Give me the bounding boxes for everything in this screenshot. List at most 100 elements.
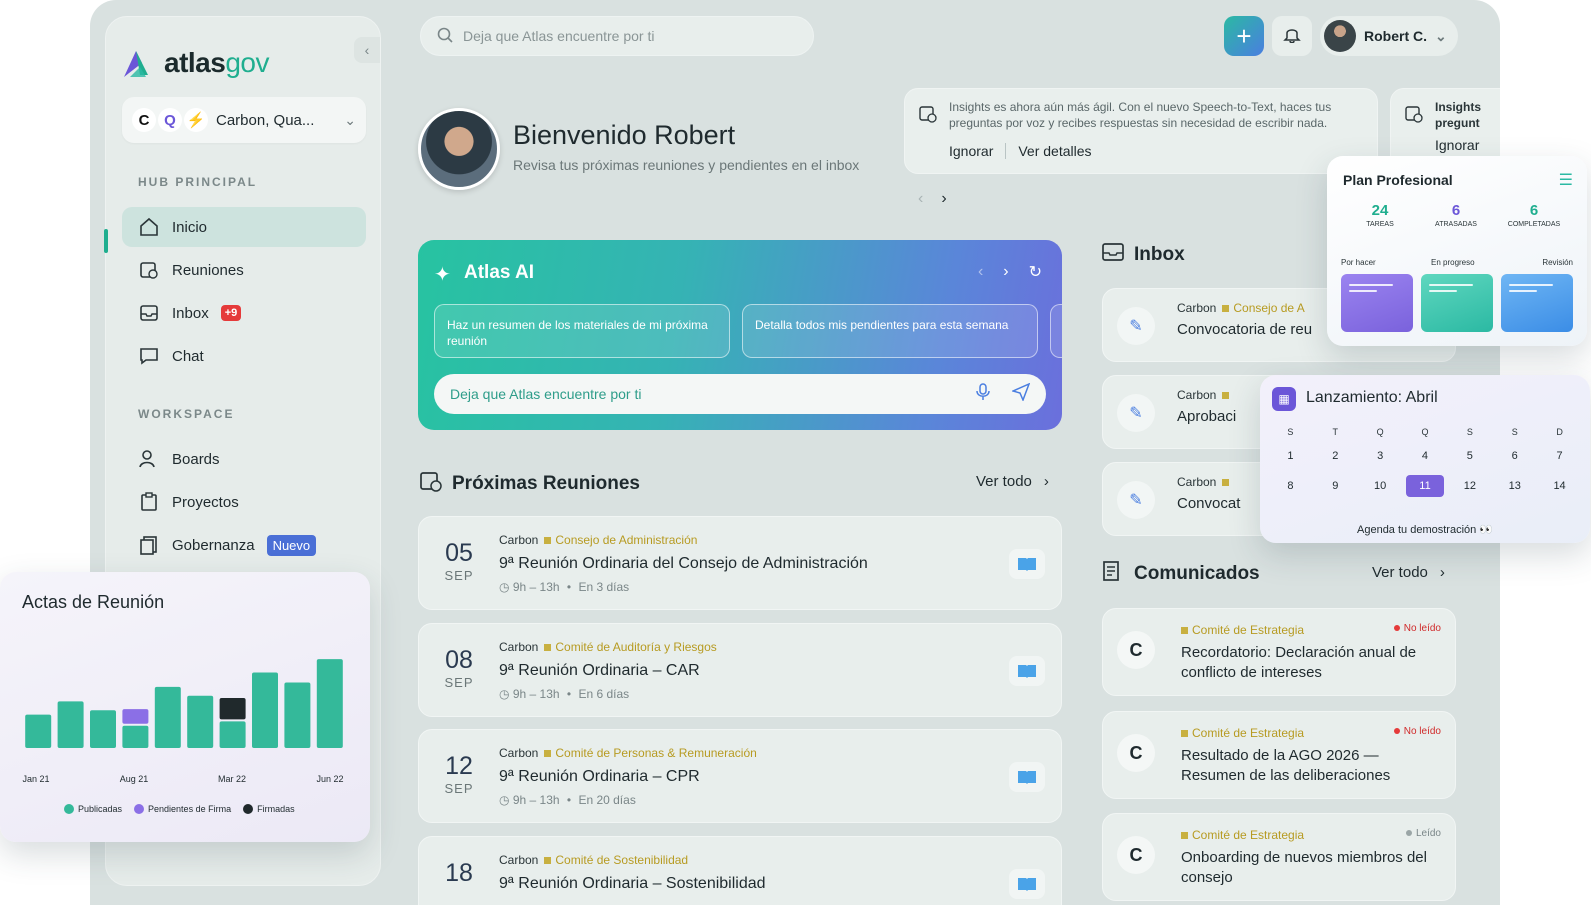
category-label: Consejo de Administración (544, 533, 697, 547)
meeting-card[interactable]: 05 SEP Carbon Consejo de Administración 9ª… (418, 516, 1062, 610)
calendar-day[interactable]: 6 (1492, 445, 1537, 467)
bar-publicadas (284, 682, 311, 748)
atlas-logo-icon (122, 47, 158, 79)
new-badge: Nuevo (266, 534, 317, 556)
sidebar-item-inicio[interactable]: Inicio (122, 207, 366, 247)
stat-label: COMPLETADAS (1507, 221, 1561, 228)
see-all-label: Ver todo (976, 473, 1032, 490)
sidebar-item-proyectos[interactable]: Proyectos (122, 482, 366, 522)
meeting-date: 05 SEP (433, 539, 485, 583)
ignore-button[interactable]: Ignorar (1435, 137, 1479, 153)
calendar-day[interactable]: 14 (1537, 475, 1582, 497)
ai-prompt-input[interactable]: Deja que Atlas encuentre por ti (434, 374, 1046, 414)
comunicado-item[interactable]: C Comité de Estrategia No leído Resultad… (1102, 711, 1456, 799)
send-icon[interactable] (1010, 382, 1031, 406)
calendar-day[interactable]: 1 (1268, 445, 1313, 467)
chevron-left-icon[interactable]: ‹ (918, 190, 923, 208)
meeting-card[interactable]: 08 SEP Carbon Comité de Auditoría y Riesgo… (418, 623, 1062, 717)
bar-publicadas (316, 659, 343, 748)
legend-item: Firmadas (243, 804, 295, 814)
bar-publicadas (219, 721, 246, 748)
chevron-right-icon[interactable]: › (941, 190, 946, 208)
sidebar-item-chat[interactable]: Chat (122, 336, 366, 376)
calendar-day[interactable]: 2 (1313, 445, 1358, 467)
calendar-day[interactable]: 4 (1403, 445, 1448, 467)
pencil-icon: ✎ (1117, 307, 1155, 345)
welcome-subtitle: Revisa tus próximas reuniones y pendient… (513, 157, 860, 173)
inbox-item-title: Aprobaci (1177, 408, 1237, 425)
meeting-when: En 20 días (578, 793, 636, 807)
meetings-see-all-link[interactable]: Ver todo › (976, 473, 1049, 490)
ai-suggestion-chip[interactable]: Haz un resumen de los materiales de mi p… (434, 304, 730, 358)
book-icon[interactable] (1009, 762, 1045, 792)
calendar-day[interactable]: 11 (1405, 475, 1445, 497)
comunicados-see-all-link[interactable]: Ver todo › (1372, 564, 1445, 581)
collapse-sidebar-button[interactable]: ‹ (354, 37, 380, 63)
card-line (1349, 284, 1393, 286)
calendar-day[interactable]: 5 (1447, 445, 1492, 467)
plan-title: Plan Profesional (1343, 172, 1453, 188)
insight-text: pregunt (1435, 116, 1480, 130)
sidebar-item-label: Inicio (172, 218, 208, 236)
sidebar-item-inbox[interactable]: Inbox +9 (122, 293, 366, 333)
menu-icon[interactable]: ☰ (1559, 170, 1573, 190)
calendar-day[interactable]: 8 (1268, 475, 1313, 497)
status-label: No leído (1403, 623, 1441, 634)
ai-suggestion-chip[interactable]: Detalla todos mis pendientes para esta s… (742, 304, 1038, 358)
comunicado-item[interactable]: C Comité de Estrategia Leído Onboarding … (1102, 813, 1456, 901)
kanban-card[interactable] (1501, 274, 1573, 332)
details-button[interactable]: Ver detalles (1018, 143, 1091, 159)
status-badge: No leído (1393, 726, 1441, 737)
user-menu-button[interactable]: Robert C. ⌄ (1320, 16, 1458, 56)
comunicado-title: Recordatorio: Declaración anual de confl… (1181, 644, 1417, 681)
carbon-logo-icon: C (1117, 631, 1155, 669)
sidebar-item-boards[interactable]: Boards (122, 439, 366, 479)
calendar-day[interactable]: 10 (1358, 475, 1403, 497)
legend-swatch (243, 804, 254, 814)
book-icon[interactable] (1009, 549, 1045, 579)
calendar-day[interactable]: 3 (1358, 445, 1403, 467)
meeting-card[interactable]: 18 Carbon Comité de Sostenibilidad 9ª Reu… (418, 836, 1062, 905)
search-input[interactable]: Deja que Atlas encuentre por ti (420, 16, 814, 56)
column-label: Por hacer (1341, 258, 1376, 267)
kanban-card[interactable] (1421, 274, 1493, 332)
meeting-when: En 6 días (578, 687, 630, 701)
meeting-date: 08 SEP (433, 646, 485, 690)
atlasgov-logo[interactable]: atlasgov (122, 47, 269, 79)
sidebar-item-gobernanza[interactable]: Gobernanza Nuevo (122, 525, 366, 565)
bar-publicadas (122, 725, 149, 748)
meeting-month: SEP (444, 568, 474, 583)
meeting-org: Carbon Comité de Sostenibilidad (499, 853, 688, 867)
demo-cta[interactable]: Agenda tu demostración 👀 (1260, 523, 1590, 536)
plus-icon: + (1236, 20, 1252, 51)
notifications-button[interactable] (1272, 16, 1312, 56)
add-button[interactable]: + (1224, 16, 1264, 56)
sidebar-item-reuniones[interactable]: Reuniones (122, 250, 366, 290)
org-switcher[interactable]: C Q ⚡ Carbon, Qua... ⌄ (122, 97, 366, 143)
microphone-icon[interactable] (976, 382, 990, 406)
inbox-item-title: Convocat (1177, 495, 1241, 512)
book-icon[interactable] (1009, 869, 1045, 899)
book-icon[interactable] (1009, 656, 1045, 686)
calendar-day[interactable]: 7 (1537, 445, 1582, 467)
calendar-day[interactable]: 12 (1447, 475, 1492, 497)
meeting-date: 12 SEP (433, 752, 485, 796)
chevron-right-icon[interactable]: › (1003, 263, 1008, 281)
meeting-date: 18 (433, 859, 485, 888)
meeting-day: 12 (445, 752, 473, 780)
kanban-card[interactable] (1341, 274, 1413, 332)
calendar-day[interactable]: 9 (1313, 475, 1358, 497)
calendar-day[interactable]: 13 (1492, 475, 1537, 497)
comunicado-item[interactable]: C Comité de Estrategia No leído Recordat… (1102, 608, 1456, 696)
ai-suggestion-chip[interactable] (1050, 304, 1062, 358)
actas-bar-chart: Jan 21 Aug 21 Mar 22 Jun 22 (22, 659, 344, 784)
legend-item: Publicadas (64, 804, 122, 814)
refresh-icon[interactable]: ↻ (1029, 262, 1042, 282)
meeting-card[interactable]: 12 SEP Carbon Comité de Personas & Remuner… (418, 729, 1062, 823)
ignore-button[interactable]: Ignorar (949, 143, 993, 159)
pencil-icon: ✎ (1117, 481, 1155, 519)
category-label: Comité de Estrategia (1181, 828, 1304, 842)
weekday-label: D (1556, 427, 1563, 437)
chevron-left-icon[interactable]: ‹ (978, 263, 983, 281)
insight-card: Insights es ahora aún más ágil. Con el n… (904, 88, 1378, 174)
